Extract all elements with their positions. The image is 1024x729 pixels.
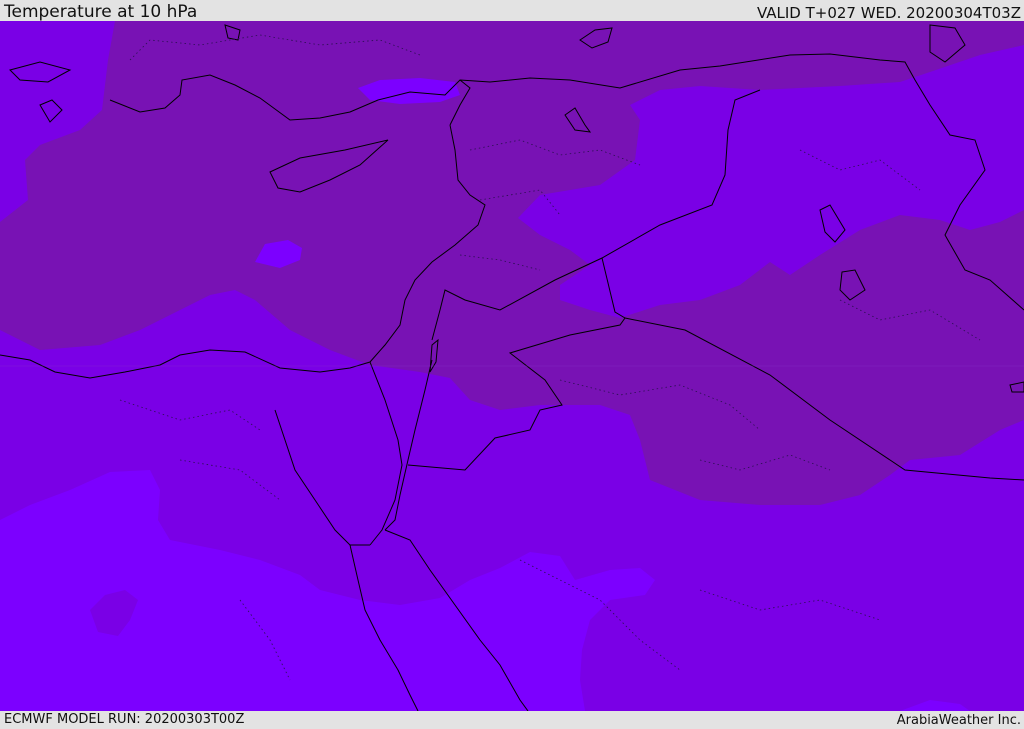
header-bar: Temperature at 10 hPa VALID T+027 WED. 2… xyxy=(0,0,1024,21)
credit-label: ArabiaWeather Inc. xyxy=(896,713,1021,728)
model-run-label: ECMWF MODEL RUN: 20200303T00Z xyxy=(4,712,245,727)
temperature-map xyxy=(0,21,1024,711)
map-title: Temperature at 10 hPa xyxy=(4,2,198,22)
footer-bar: ECMWF MODEL RUN: 20200303T00Z ArabiaWeat… xyxy=(0,711,1024,729)
valid-time-label: VALID T+027 WED. 20200304T03Z xyxy=(756,4,1021,22)
map-area[interactable] xyxy=(0,21,1024,711)
